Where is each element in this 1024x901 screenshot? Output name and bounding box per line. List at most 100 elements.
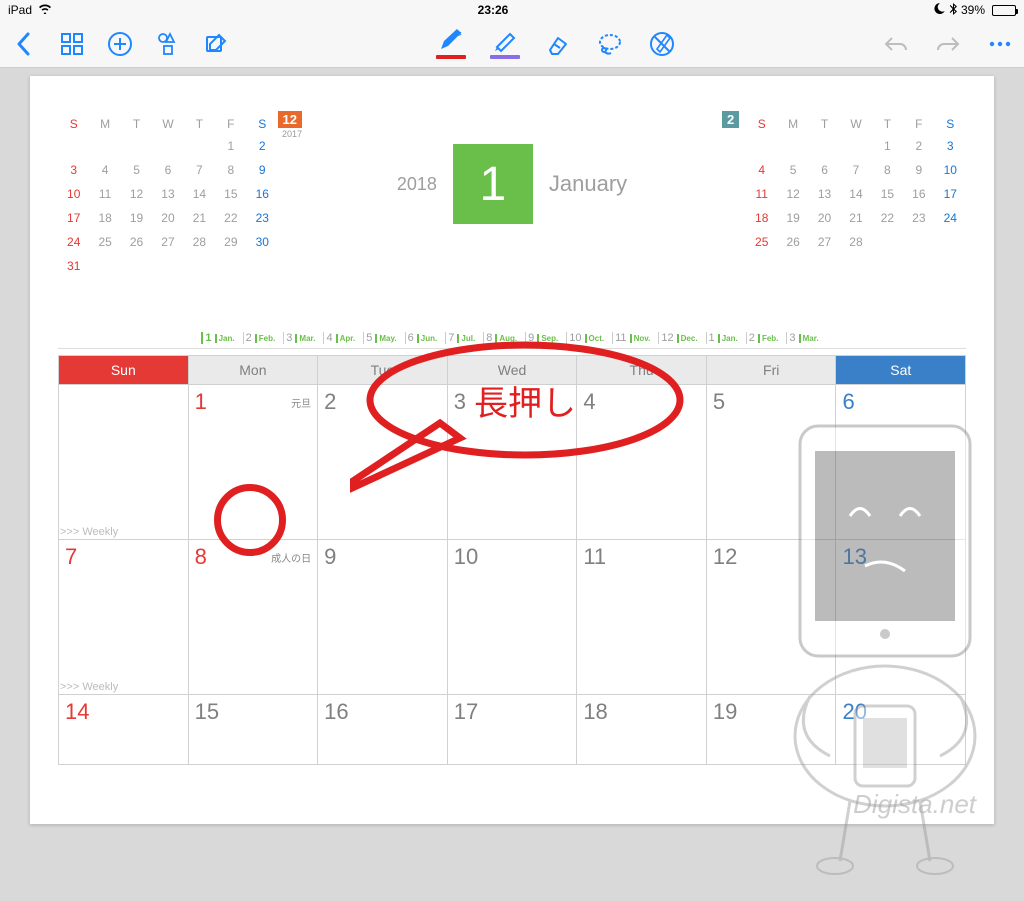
mini-cal-day[interactable]: 26	[777, 230, 808, 254]
mini-cal-day[interactable]: 4	[89, 158, 120, 182]
mini-cal-day[interactable]: 14	[840, 182, 871, 206]
mini-cal-day[interactable]: 11	[89, 182, 120, 206]
mini-cal-day[interactable]	[247, 254, 278, 278]
mini-cal-day[interactable]: 17	[58, 206, 89, 230]
month-strip-item[interactable]: 1 Jan.	[201, 332, 238, 344]
mini-cal-day[interactable]	[121, 254, 152, 278]
calendar-cell[interactable]: 11	[577, 540, 707, 695]
eraser-tool[interactable]	[544, 30, 572, 58]
calendar-cell[interactable]: 14	[58, 695, 189, 765]
mini-cal-day[interactable]: 26	[121, 230, 152, 254]
mini-cal-day[interactable]: 11	[746, 182, 777, 206]
calendar-cell[interactable]: 2	[318, 385, 448, 540]
mini-cal-day[interactable]: 18	[746, 206, 777, 230]
weekly-link[interactable]: >>> Weekly	[60, 681, 118, 693]
lasso-tool[interactable]	[596, 30, 624, 58]
mini-cal-day[interactable]: 2	[903, 134, 934, 158]
mini-cal-day[interactable]: 1	[872, 134, 903, 158]
mini-cal-day[interactable]: 20	[809, 206, 840, 230]
mini-cal-day[interactable]: 13	[809, 182, 840, 206]
month-strip-item[interactable]: 7 Jul.	[445, 332, 479, 344]
month-strip-item[interactable]: 4 Apr.	[323, 332, 359, 344]
month-strip-item[interactable]: 1 Jan.	[706, 332, 742, 344]
mini-cal-day[interactable]: 15	[215, 182, 246, 206]
calendar-cell[interactable]: 17	[448, 695, 578, 765]
mini-cal-day[interactable]: 28	[184, 230, 215, 254]
mini-cal-day[interactable]: 24	[58, 230, 89, 254]
calendar-cell[interactable]: 7	[58, 540, 189, 695]
mini-cal-day[interactable]	[121, 134, 152, 158]
mini-cal-day[interactable]: 21	[840, 206, 871, 230]
shapes-button[interactable]	[154, 30, 182, 58]
grid-view-button[interactable]	[58, 30, 86, 58]
pen-tool[interactable]: ✱	[436, 29, 466, 59]
mini-cal-day[interactable]: 24	[935, 206, 966, 230]
mini-cal-prev[interactable]: S M T W T F S 122017 1234567891011121314…	[58, 114, 278, 278]
mini-cal-day[interactable]: 7	[840, 158, 871, 182]
weekly-link[interactable]: >>> Weekly	[60, 526, 118, 538]
mini-cal-day[interactable]: 6	[809, 158, 840, 182]
mini-cal-day[interactable]: 19	[121, 206, 152, 230]
month-strip-item[interactable]: 9 Sep.	[525, 332, 562, 344]
calendar-cell[interactable]: 1元旦	[189, 385, 319, 540]
calendar-cell[interactable]: 10	[448, 540, 578, 695]
calendar-cell[interactable]	[58, 385, 189, 540]
month-strip-item[interactable]: 11 Nov.	[612, 332, 654, 344]
mini-cal-day[interactable]: 31	[58, 254, 89, 278]
mini-cal-day[interactable]	[184, 134, 215, 158]
month-strip-item[interactable]: 12 Dec.	[658, 332, 701, 344]
mini-cal-day[interactable]: 19	[777, 206, 808, 230]
mini-cal-day[interactable]: 12	[777, 182, 808, 206]
mini-cal-day[interactable]: 10	[58, 182, 89, 206]
calendar-cell[interactable]: 18	[577, 695, 707, 765]
month-strip-item[interactable]: 8 Aug.	[483, 332, 521, 344]
mini-cal-day[interactable]: 22	[215, 206, 246, 230]
mini-cal-day[interactable]	[872, 230, 903, 254]
mini-cal-day[interactable]: 22	[872, 206, 903, 230]
mini-cal-day[interactable]: 27	[809, 230, 840, 254]
mini-cal-day[interactable]: 23	[903, 206, 934, 230]
month-strip-item[interactable]: 10 Oct.	[566, 332, 608, 344]
mini-cal-day[interactable]	[184, 254, 215, 278]
calendar-cell[interactable]: 15	[189, 695, 319, 765]
highlighter-tool[interactable]	[490, 29, 520, 59]
mini-cal-day[interactable]: 10	[935, 158, 966, 182]
mini-cal-day[interactable]: 17	[935, 182, 966, 206]
mini-cal-day[interactable]	[152, 134, 183, 158]
mini-cal-day[interactable]	[746, 134, 777, 158]
mini-cal-day[interactable]: 14	[184, 182, 215, 206]
redo-button[interactable]	[934, 30, 962, 58]
mini-cal-day[interactable]	[89, 254, 120, 278]
mini-cal-day[interactable]	[152, 254, 183, 278]
mini-cal-day[interactable]	[935, 230, 966, 254]
more-button[interactable]	[986, 30, 1014, 58]
mini-cal-day[interactable]	[89, 134, 120, 158]
month-strip-item[interactable]: 5 May.	[363, 332, 400, 344]
mini-cal-day[interactable]: 27	[152, 230, 183, 254]
mini-cal-day[interactable]: 23	[247, 206, 278, 230]
mini-cal-day[interactable]: 28	[840, 230, 871, 254]
back-button[interactable]	[10, 30, 38, 58]
calendar-cell[interactable]: 4	[577, 385, 707, 540]
mini-cal-day[interactable]: 20	[152, 206, 183, 230]
month-strip-item[interactable]: 3 Mar.	[283, 332, 319, 344]
mini-cal-day[interactable]: 8	[872, 158, 903, 182]
calendar-cell[interactable]: 16	[318, 695, 448, 765]
calendar-page[interactable]: S M T W T F S 122017 1234567891011121314…	[30, 76, 994, 824]
mini-cal-day[interactable]: 5	[777, 158, 808, 182]
mini-cal-day[interactable]: 25	[89, 230, 120, 254]
mini-cal-day[interactable]: 3	[935, 134, 966, 158]
mini-cal-day[interactable]	[777, 134, 808, 158]
mini-cal-day[interactable]: 8	[215, 158, 246, 182]
month-strip-item[interactable]: 6 Jun.	[405, 332, 442, 344]
mini-cal-day[interactable]: 6	[152, 158, 183, 182]
add-button[interactable]	[106, 30, 134, 58]
compose-button[interactable]	[202, 30, 230, 58]
mini-cal-day[interactable]: 16	[903, 182, 934, 206]
month-strip-item[interactable]: 2 Feb.	[243, 332, 280, 344]
mini-cal-day[interactable]: 7	[184, 158, 215, 182]
calendar-cell[interactable]: 9	[318, 540, 448, 695]
mini-cal-day[interactable]	[215, 254, 246, 278]
mini-cal-day[interactable]: 3	[58, 158, 89, 182]
mini-cal-day[interactable]	[903, 230, 934, 254]
